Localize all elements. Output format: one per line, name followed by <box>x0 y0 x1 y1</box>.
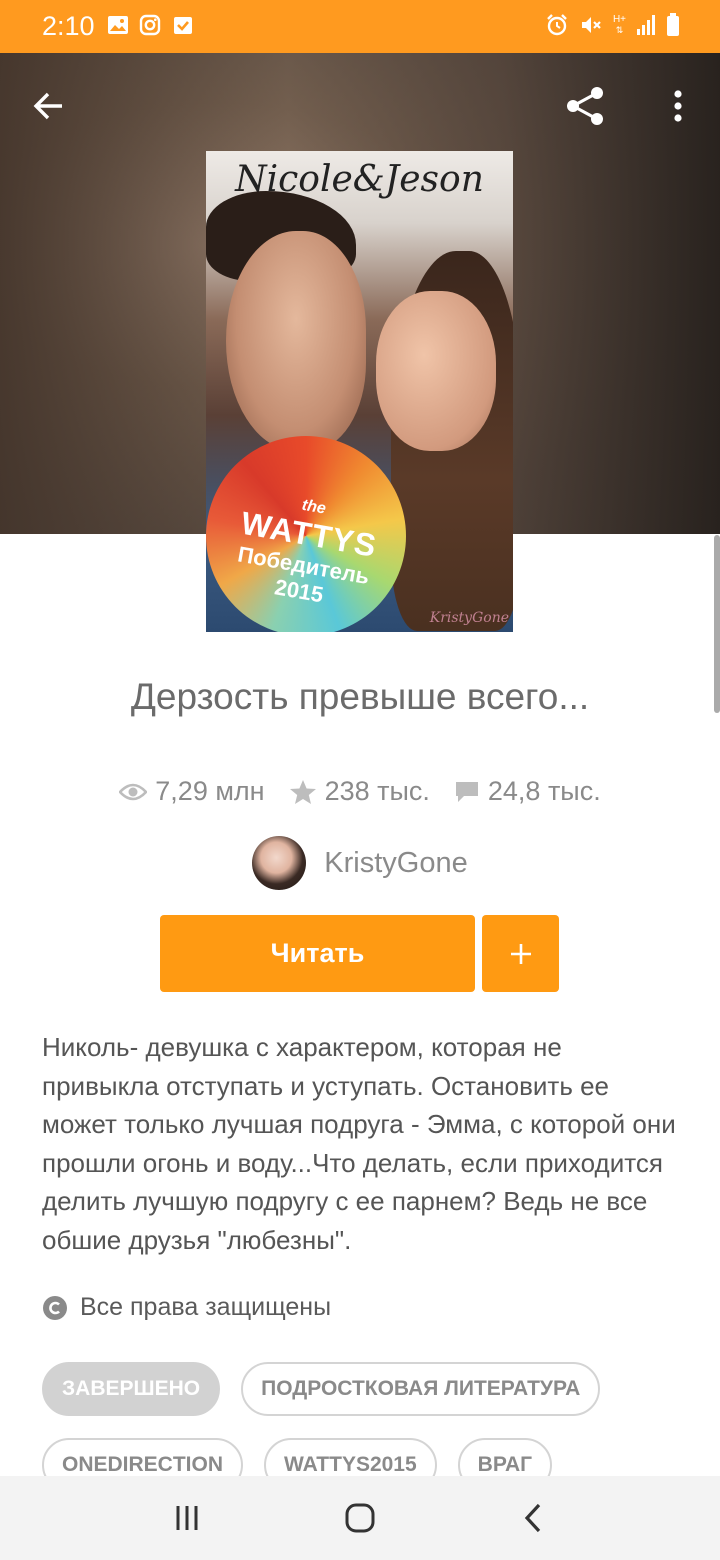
alarm-icon <box>547 14 567 36</box>
read-button[interactable]: Читать <box>160 915 475 992</box>
arrow-left-icon <box>33 92 62 120</box>
back-button[interactable] <box>21 78 77 134</box>
image-icon <box>108 16 128 34</box>
more-vertical-icon <box>674 90 682 122</box>
share-icon <box>567 87 603 125</box>
cover-art <box>376 291 496 451</box>
more-options-button[interactable] <box>650 78 706 134</box>
votes-stat: 238 тыс. <box>289 776 430 807</box>
story-description: Николь- девушка с характером, которая не… <box>42 1032 676 1255</box>
cover-signature: KristyGone <box>429 610 509 626</box>
story-stats: 7,29 млн 238 тыс. 24,8 тыс. <box>0 776 720 807</box>
network-type: H+ <box>612 14 626 25</box>
plus-icon <box>510 943 531 964</box>
status-time: 2:10 <box>42 11 95 41</box>
recents-button[interactable] <box>157 1488 217 1548</box>
wattys-badge: the WATTYS Победитель 2015 <box>206 436 406 632</box>
reads-stat: 7,29 млн <box>119 776 265 807</box>
tag-completed[interactable]: ЗАВЕРШЕНО <box>42 1362 221 1416</box>
avatar[interactable] <box>252 836 307 890</box>
comment-icon <box>455 781 478 802</box>
star-icon <box>289 779 316 804</box>
tag-teen-fiction[interactable]: ПОДРОСТКОВАЯ ЛИТЕРАТУРА <box>241 1362 601 1416</box>
story-title: Дерзость превыше всего... <box>130 676 590 717</box>
back-icon <box>525 1503 541 1533</box>
add-to-library-button[interactable] <box>482 915 559 992</box>
cover-art <box>226 231 366 451</box>
cover-title: Nicole&Jeson <box>235 159 484 200</box>
home-button[interactable] <box>330 1488 390 1548</box>
copyright-label: Все права защищены <box>80 1293 332 1321</box>
story-cover[interactable]: Nicole&Jeson the WATTYS Победитель 2015 … <box>206 151 513 632</box>
votes-count: 238 тыс. <box>324 776 430 806</box>
share-button[interactable] <box>558 78 614 134</box>
comments-stat: 24,8 тыс. <box>454 776 601 807</box>
recents-icon <box>176 1506 198 1530</box>
comments-count: 24,8 тыс. <box>487 776 601 806</box>
battery-icon <box>667 13 679 36</box>
eye-icon <box>119 783 148 800</box>
signal-icon <box>637 15 655 35</box>
mute-icon <box>581 17 601 33</box>
reads-count: 7,29 млн <box>155 776 265 806</box>
instagram-icon <box>139 14 161 36</box>
status-right-icons: H+ ⇅ <box>545 13 680 37</box>
back-nav-button[interactable] <box>503 1488 563 1548</box>
system-navigation-bar <box>0 1476 720 1560</box>
check-box-icon <box>174 17 192 34</box>
home-icon <box>345 1503 375 1533</box>
author-row[interactable]: KristyGone <box>0 836 720 890</box>
status-bar: 2:10 H+ ⇅ <box>0 0 720 53</box>
author-name[interactable]: KristyGone <box>324 847 467 880</box>
copyright-icon <box>43 1295 67 1320</box>
network-icon: H+ ⇅ <box>612 14 626 36</box>
copyright-row: Все права защищены <box>42 1293 331 1322</box>
